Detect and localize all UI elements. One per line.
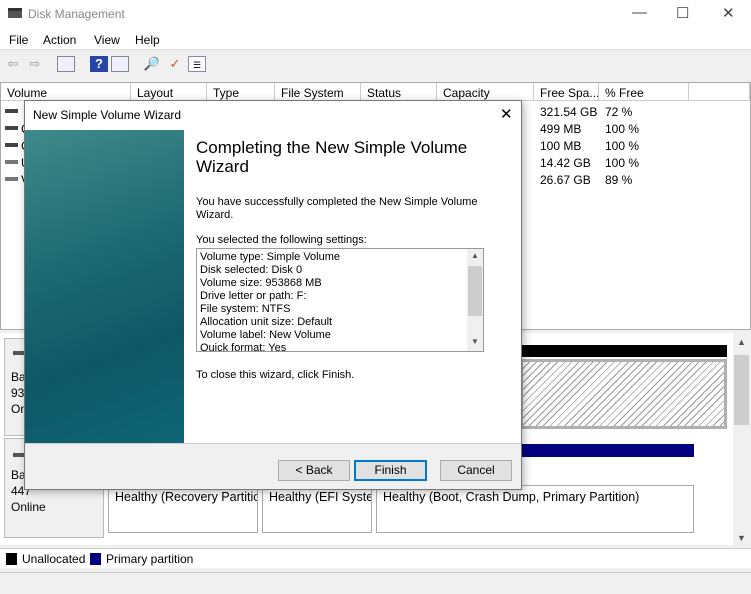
dialog-close-button[interactable]: ✕ — [500, 105, 513, 123]
settings-scrollbar[interactable]: ▲ ▼ — [467, 249, 483, 351]
setting-line: File system: NTFS — [200, 303, 291, 315]
column-layout[interactable]: Layout — [131, 83, 207, 101]
menu-help[interactable]: Help — [135, 33, 160, 47]
menu-bar: File Action View Help — [0, 28, 751, 50]
setting-line: Volume label: New Volume — [200, 329, 331, 341]
list-settings-icon[interactable]: ☰ — [188, 56, 206, 72]
column-volume[interactable]: Volume — [1, 83, 131, 101]
boot-partition[interactable]: Healthy (Boot, Crash Dump, Primary Parti… — [376, 485, 694, 533]
column-percent-free[interactable]: % Free — [599, 83, 689, 101]
menu-view[interactable]: View — [94, 33, 120, 47]
drive-icon — [5, 143, 18, 147]
cell-free-space: 100 MB — [540, 139, 582, 153]
drive-icon — [5, 109, 18, 113]
vertical-scrollbar[interactable]: ▲ ▼ — [733, 335, 750, 547]
cell-free-space: 26.67 GB — [540, 173, 591, 187]
menu-file[interactable]: File — [9, 33, 28, 47]
back-arrow-icon[interactable]: ⇦ — [4, 56, 22, 72]
drive-icon — [5, 160, 18, 164]
maximize-button[interactable]: ☐ — [676, 4, 689, 22]
column-file-system[interactable]: File System — [275, 83, 361, 101]
efi-partition[interactable]: Healthy (EFI Syster — [262, 485, 372, 533]
connect-icon[interactable]: 🔎 — [143, 56, 161, 72]
cell-percent-free: 72 % — [605, 105, 633, 119]
title-bar: Disk Management — ☐ ✕ — [0, 0, 751, 28]
forward-arrow-icon[interactable]: ⇨ — [26, 56, 44, 72]
status-bar — [0, 572, 751, 594]
window-title: Disk Management — [28, 7, 125, 21]
column-type[interactable]: Type — [207, 83, 275, 101]
wizard-dialog: New Simple Volume Wizard ✕ Completing th… — [24, 100, 522, 490]
column-blank — [689, 83, 750, 101]
toolbar: ⇦ ⇨ ? 🔎 ✓ ☰ — [0, 51, 751, 78]
legend-unallocated: Unallocated — [22, 552, 86, 566]
success-message: You have successfully completed the New … — [196, 196, 478, 221]
setting-line: Drive letter or path: F: — [200, 290, 307, 302]
dialog-footer: < Back Finish Cancel — [25, 443, 521, 489]
setting-line: Disk selected: Disk 0 — [200, 264, 303, 276]
drive-icon — [5, 177, 18, 181]
properties-check-icon[interactable]: ✓ — [166, 56, 184, 72]
cell-free-space: 321.54 GB — [540, 105, 598, 119]
close-hint: To close this wizard, click Finish. — [196, 369, 355, 381]
legend-swatch-unallocated — [6, 553, 17, 565]
legend-primary-partition: Primary partition — [106, 552, 194, 566]
cell-percent-free: 89 % — [605, 173, 633, 187]
setting-line: Allocation unit size: Default — [200, 316, 333, 328]
recovery-partition[interactable]: Healthy (Recovery Partitio — [108, 485, 258, 533]
dialog-title: New Simple Volume Wizard — [33, 108, 182, 122]
drive-icon — [5, 126, 18, 130]
wizard-banner-image — [25, 130, 184, 443]
disk-1-status: Online — [11, 500, 46, 514]
scroll-up-icon[interactable]: ▲ — [471, 251, 479, 260]
minimize-button[interactable]: — — [632, 4, 647, 21]
cell-percent-free: 100 % — [605, 122, 640, 136]
scroll-down-icon[interactable]: ▼ — [471, 337, 479, 346]
unallocated-bar — [520, 345, 727, 357]
setting-line: Quick format: Yes — [200, 342, 287, 352]
help-icon[interactable]: ? — [90, 56, 108, 72]
finish-button[interactable]: Finish — [354, 460, 427, 481]
cancel-button[interactable]: Cancel — [440, 460, 512, 481]
show-action-pane-icon[interactable] — [111, 56, 129, 72]
legend-swatch-primary — [90, 553, 101, 565]
scroll-up-icon[interactable]: ▲ — [737, 337, 746, 347]
scrollbar-thumb[interactable] — [734, 355, 749, 425]
show-hide-console-tree-icon[interactable] — [57, 56, 75, 72]
menu-action[interactable]: Action — [43, 33, 76, 47]
column-status[interactable]: Status — [361, 83, 437, 101]
unallocated-region[interactable] — [520, 359, 727, 429]
back-button[interactable]: < Back — [278, 460, 350, 481]
column-capacity[interactable]: Capacity — [437, 83, 534, 101]
wizard-heading: Completing the New Simple Volume Wizard — [196, 138, 468, 176]
setting-line: Volume type: Simple Volume — [200, 251, 341, 263]
scrollbar-thumb[interactable] — [468, 266, 482, 316]
cell-free-space: 499 MB — [540, 122, 582, 136]
setting-line: Volume size: 953868 MB — [200, 277, 322, 289]
cell-free-space: 14.42 GB — [540, 156, 591, 170]
scroll-down-icon[interactable]: ▼ — [737, 533, 746, 543]
settings-label: You selected the following settings: — [196, 234, 367, 246]
disk-management-icon — [8, 8, 22, 18]
cell-percent-free: 100 % — [605, 139, 640, 153]
cell-percent-free: 100 % — [605, 156, 640, 170]
legend: Unallocated Primary partition — [0, 548, 751, 568]
settings-listbox[interactable]: Volume type: Simple Volume Disk selected:… — [196, 248, 484, 352]
column-free-space[interactable]: Free Spa... — [534, 83, 599, 101]
close-button[interactable]: ✕ — [722, 4, 735, 22]
